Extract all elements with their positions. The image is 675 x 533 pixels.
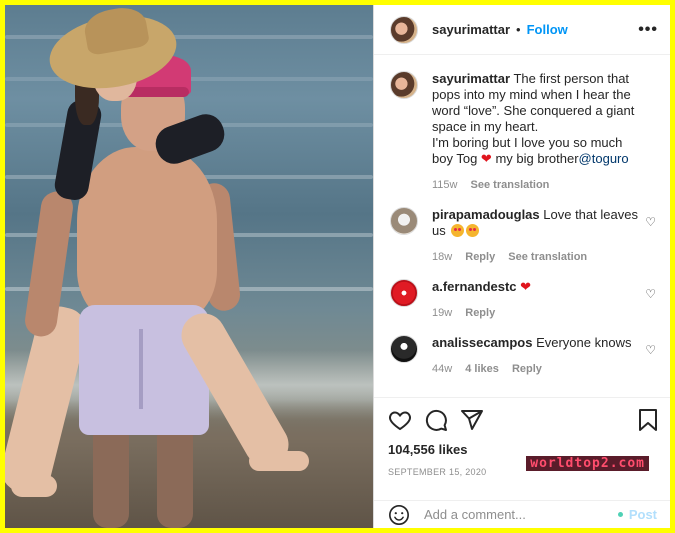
- comment-username[interactable]: analissecampos: [432, 335, 532, 350]
- bookmark-icon[interactable]: [637, 408, 659, 432]
- comment-reply[interactable]: Reply: [512, 363, 542, 375]
- share-icon[interactable]: [460, 408, 484, 432]
- comment-age[interactable]: 44w: [432, 363, 452, 375]
- comment-reply[interactable]: Reply: [465, 251, 495, 263]
- separator-dot: •: [516, 22, 521, 37]
- post-photo[interactable]: [5, 5, 373, 528]
- smiling-hearts-emoji-icon: [466, 224, 480, 237]
- comment-age[interactable]: 19w: [432, 307, 452, 319]
- like-comment-heart-icon[interactable]: ♡: [645, 215, 656, 229]
- author-username[interactable]: sayurimattar: [432, 22, 510, 37]
- caption-avatar[interactable]: [390, 71, 418, 99]
- more-options-icon[interactable]: •••: [638, 21, 658, 39]
- post-comment-button[interactable]: Post: [618, 507, 657, 522]
- post-side-panel: sayurimattar • Follow ••• sayurimattar T…: [373, 5, 670, 528]
- watermark: worldtop2.com: [526, 456, 649, 471]
- caption-line2-post: my big brother: [495, 151, 579, 166]
- caption: sayurimattar The first person that pops …: [390, 71, 658, 193]
- post-header: sayurimattar • Follow •••: [374, 5, 670, 55]
- comment-avatar[interactable]: [390, 335, 418, 363]
- post-actions: 104,556 likes SEPTEMBER 15, 2020 worldto…: [374, 397, 670, 477]
- comment-likes[interactable]: 4 likes: [465, 363, 499, 375]
- smiling-hearts-emoji-icon: [451, 224, 465, 237]
- caption-see-translation[interactable]: See translation: [471, 179, 550, 191]
- comment-reply[interactable]: Reply: [465, 307, 495, 319]
- caption-mention[interactable]: @toguro: [579, 151, 629, 166]
- comment-item: a.fernandestc ❤ 19w Reply ♡: [390, 279, 658, 321]
- comment-see-translation[interactable]: See translation: [508, 251, 587, 263]
- comment-item: analissecampos Everyone knows 44w 4 like…: [390, 335, 658, 377]
- comment-text: Everyone knows: [536, 335, 632, 350]
- comment-avatar[interactable]: [390, 207, 418, 235]
- comment-username[interactable]: a.fernandestc: [432, 279, 517, 294]
- comment-input[interactable]: [424, 507, 618, 522]
- caption-username[interactable]: sayurimattar: [432, 71, 510, 86]
- like-comment-heart-icon[interactable]: ♡: [645, 343, 656, 357]
- comments-list: sayurimattar The first person that pops …: [374, 55, 670, 397]
- comment-avatar[interactable]: [390, 279, 418, 307]
- comment-age[interactable]: 18w: [432, 251, 452, 263]
- post-modal: sayurimattar • Follow ••• sayurimattar T…: [5, 5, 670, 528]
- add-comment-row: Post: [374, 500, 670, 528]
- red-heart-icon: ❤: [480, 151, 492, 166]
- follow-button[interactable]: Follow: [527, 22, 568, 37]
- caption-age[interactable]: 115w: [432, 179, 457, 191]
- like-comment-heart-icon[interactable]: ♡: [645, 287, 656, 301]
- likes-count[interactable]: 104,556 likes: [388, 442, 659, 457]
- emoji-icon[interactable]: [388, 504, 410, 526]
- comment-icon[interactable]: [424, 408, 448, 432]
- red-heart-icon: ❤: [520, 279, 532, 294]
- comment-item: pirapamadouglas Love that leaves us 18w …: [390, 207, 658, 265]
- comment-username[interactable]: pirapamadouglas: [432, 207, 540, 222]
- heart-icon[interactable]: [388, 408, 412, 432]
- author-avatar[interactable]: [390, 15, 418, 44]
